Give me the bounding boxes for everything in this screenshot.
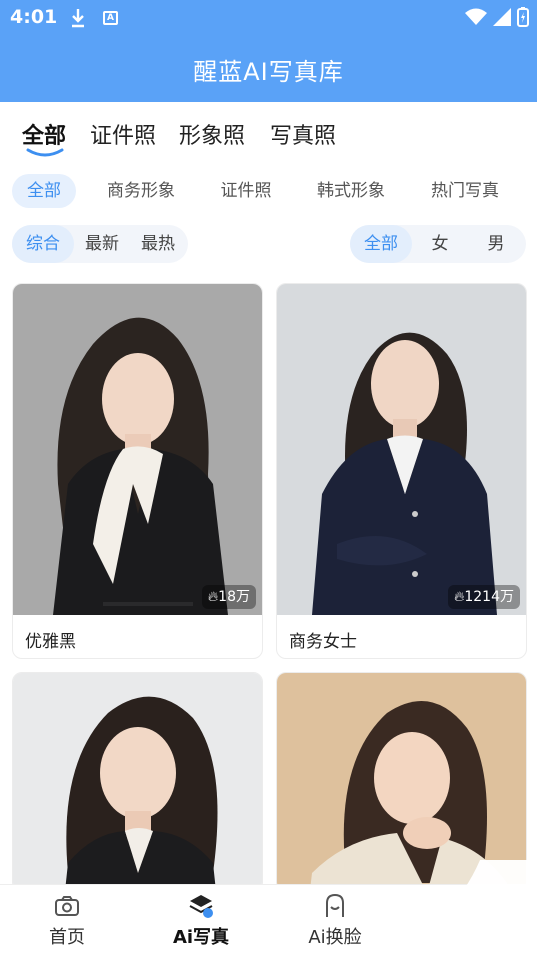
sort-segment: 综合 最新 最热 bbox=[12, 225, 188, 263]
style-chip-business[interactable]: 商务形象 bbox=[96, 174, 186, 208]
nav-label-ai-portrait: Ai写真 bbox=[172, 927, 230, 948]
status-icons bbox=[465, 7, 529, 27]
watermark-overlay bbox=[370, 860, 537, 956]
sort-hottest[interactable]: 最热 bbox=[130, 225, 186, 263]
style-chip-korean[interactable]: 韩式形象 bbox=[306, 174, 396, 208]
app-header: 醒蓝AI写真库 bbox=[0, 36, 537, 102]
nav-label-home: 首页 bbox=[49, 927, 85, 948]
portrait-image: 🔥︎1214万 bbox=[277, 284, 526, 615]
nav-item-home[interactable]: 首页 bbox=[0, 885, 134, 957]
app-notification-icon: A bbox=[103, 11, 118, 25]
style-chip-id-photo[interactable]: 证件照 bbox=[208, 174, 284, 208]
photo-card[interactable]: 🔥︎18万 优雅黑 bbox=[12, 283, 263, 659]
tab-image-photo[interactable]: 形象照 bbox=[179, 118, 245, 150]
photo-card[interactable] bbox=[276, 672, 527, 892]
views-badge: 🔥︎1214万 bbox=[448, 585, 520, 609]
photo-card[interactable]: 🔥︎1214万 商务女士 bbox=[276, 283, 527, 659]
gender-all[interactable]: 全部 bbox=[350, 225, 412, 263]
tab-portrait-photo[interactable]: 写真照 bbox=[270, 118, 336, 150]
face-icon bbox=[326, 893, 344, 917]
page-title: 醒蓝AI写真库 bbox=[193, 58, 344, 86]
gender-female[interactable]: 女 bbox=[412, 225, 468, 263]
views-badge: 🔥︎18万 bbox=[201, 585, 256, 609]
download-icon bbox=[72, 9, 84, 28]
camera-icon bbox=[55, 896, 79, 916]
sort-comprehensive[interactable]: 综合 bbox=[12, 225, 74, 263]
card-title: 商务女士 bbox=[289, 632, 357, 652]
nav-item-ai-portrait[interactable]: Ai写真 bbox=[134, 885, 268, 957]
style-filter: 全部 商务形象 证件照 韩式形象 热门写真 bbox=[0, 174, 537, 208]
status-time: 4:01 bbox=[10, 6, 58, 28]
filter-row: 综合 最新 最热 全部 女 男 bbox=[0, 225, 537, 263]
portrait-image: 🔥︎18万 bbox=[13, 284, 262, 615]
wifi-icon bbox=[465, 8, 487, 25]
gender-male[interactable]: 男 bbox=[468, 225, 524, 263]
photo-card[interactable] bbox=[12, 672, 263, 892]
sort-latest[interactable]: 最新 bbox=[74, 225, 130, 263]
views-count: 1214万 bbox=[464, 589, 514, 605]
card-title: 优雅黑 bbox=[25, 632, 76, 652]
signal-icon bbox=[493, 8, 511, 26]
layers-icon bbox=[189, 895, 213, 918]
views-count: 18万 bbox=[218, 589, 250, 605]
style-chip-hot[interactable]: 热门写真 bbox=[420, 174, 510, 208]
active-tab-indicator bbox=[26, 148, 64, 157]
portrait-image bbox=[13, 673, 262, 891]
tab-all[interactable]: 全部 bbox=[22, 118, 66, 150]
gender-segment: 全部 女 男 bbox=[350, 225, 526, 263]
tab-id-photo[interactable]: 证件照 bbox=[90, 118, 156, 150]
style-chip-all[interactable]: 全部 bbox=[12, 174, 76, 208]
category-tabs: 全部 证件照 形象照 写真照 bbox=[0, 118, 537, 164]
status-bar: 4:01 A bbox=[0, 0, 537, 36]
battery-icon bbox=[517, 7, 529, 27]
